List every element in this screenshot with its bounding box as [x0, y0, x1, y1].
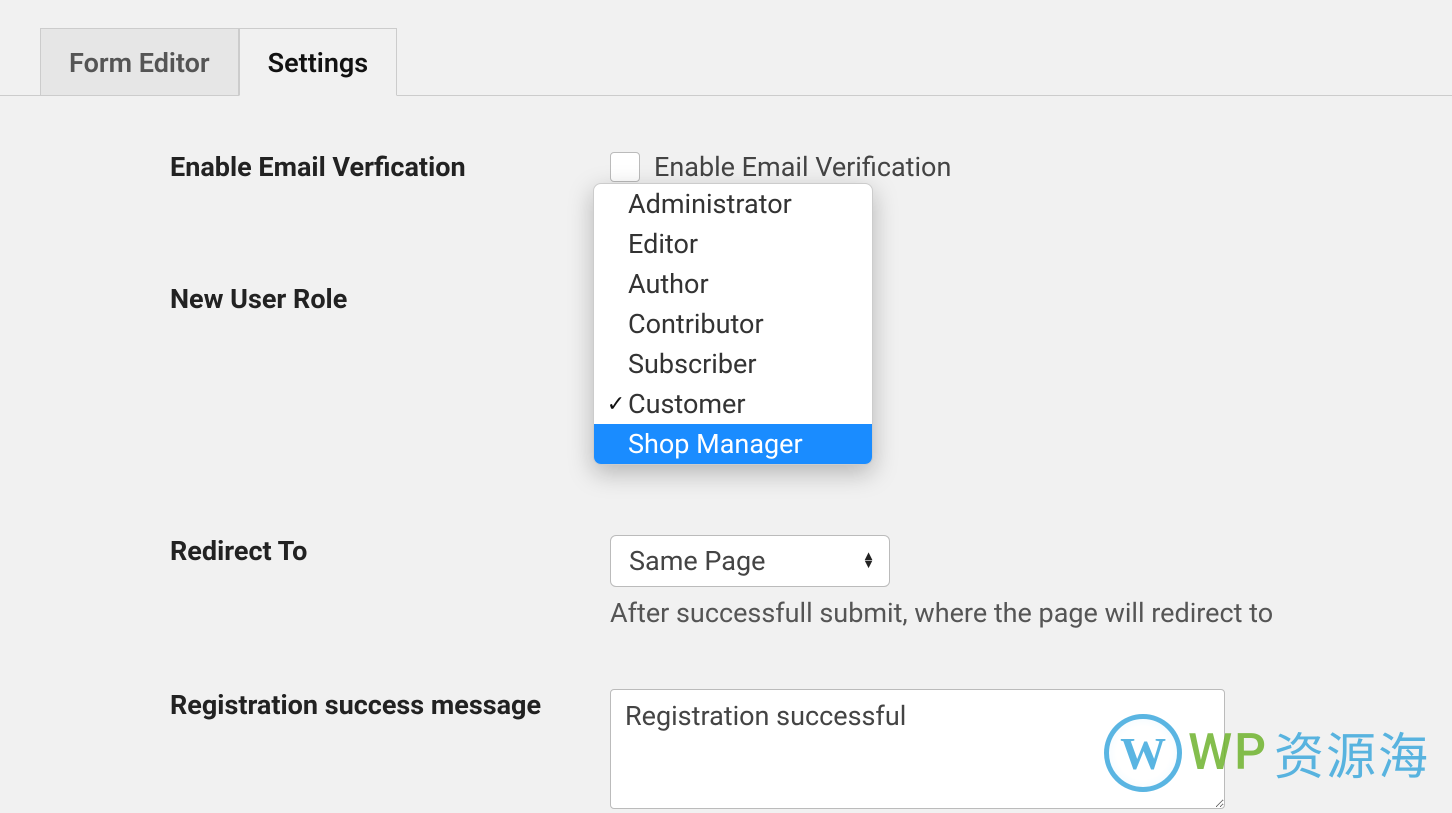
- role-option-label: Administrator: [628, 188, 792, 220]
- tab-form-editor[interactable]: Form Editor: [40, 28, 239, 96]
- role-option-author[interactable]: Author: [594, 264, 872, 304]
- role-option-label: Shop Manager: [628, 428, 803, 460]
- enable-email-verification-label: Enable Email Verfication: [170, 151, 610, 183]
- tab-settings[interactable]: Settings: [239, 28, 398, 96]
- new-user-role-label: New User Role: [170, 283, 610, 315]
- role-option-editor[interactable]: Editor: [594, 224, 872, 264]
- role-option-customer[interactable]: ✓Customer: [594, 384, 872, 424]
- redirect-to-label: Redirect To: [170, 535, 610, 567]
- role-option-contributor[interactable]: Contributor: [594, 304, 872, 344]
- select-arrows-icon: ▲▼: [862, 553, 875, 569]
- role-option-subscriber[interactable]: Subscriber: [594, 344, 872, 384]
- role-option-shop-manager[interactable]: Shop Manager: [594, 424, 872, 464]
- tabs: Form Editor Settings: [0, 0, 1452, 96]
- row-redirect-to: Redirect To Same Page ▲▼ After successfu…: [170, 535, 1412, 629]
- role-option-label: Author: [628, 268, 709, 300]
- check-icon: ✓: [604, 392, 628, 417]
- role-option-label: Subscriber: [628, 348, 757, 380]
- role-option-label: Contributor: [628, 308, 764, 340]
- enable-email-verification-checkbox[interactable]: [610, 152, 640, 182]
- row-registration-success: Registration success message: [170, 689, 1412, 813]
- registration-success-label: Registration success message: [170, 689, 610, 721]
- role-option-administrator[interactable]: Administrator: [594, 184, 872, 224]
- redirect-to-helper: After successfull submit, where the page…: [610, 597, 1412, 629]
- redirect-to-selected-value: Same Page: [629, 545, 765, 577]
- redirect-to-select[interactable]: Same Page ▲▼: [610, 535, 890, 587]
- enable-email-verification-checkbox-label: Enable Email Verification: [654, 151, 951, 183]
- new-user-role-dropdown[interactable]: Administrator Editor Author Contributor Subs…: [593, 183, 873, 465]
- row-enable-email-verification: Enable Email Verfication Enable Email Ve…: [170, 151, 1412, 183]
- role-option-label: Customer: [628, 388, 746, 420]
- enable-email-verification-field: Enable Email Verification: [610, 151, 1412, 183]
- registration-success-textarea[interactable]: [610, 689, 1225, 809]
- role-option-label: Editor: [628, 228, 698, 260]
